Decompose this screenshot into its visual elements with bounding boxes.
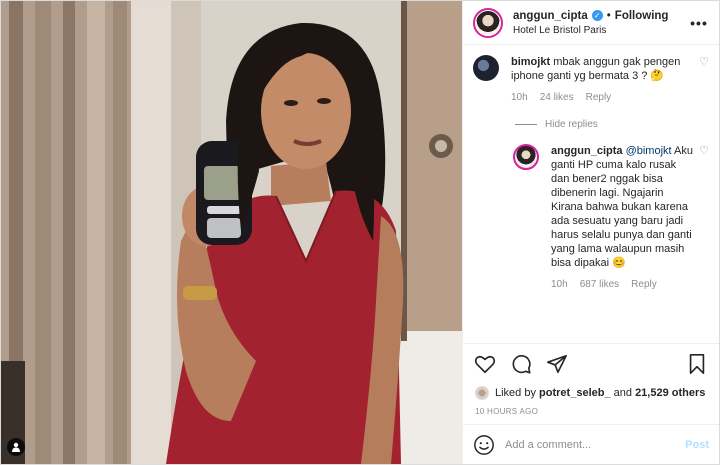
- location-link[interactable]: Hotel Le Bristol Paris: [513, 25, 689, 36]
- reply-mention-link[interactable]: @bimojkt: [626, 145, 672, 157]
- post-photo[interactable]: [1, 1, 462, 464]
- author-username[interactable]: anggun_cipta: [513, 10, 588, 22]
- reply-reply-button[interactable]: Reply: [631, 278, 657, 292]
- likes-prefix: Liked by: [495, 387, 536, 399]
- reply-time[interactable]: 10h: [551, 278, 568, 292]
- separator-dot: •: [606, 9, 611, 22]
- post-sidebar: anggun_cipta ✓ • Following Hotel Le Bris…: [462, 1, 719, 464]
- reply-item: anggun_cipta @bimojkt Aku ganti HP cuma …: [513, 144, 709, 292]
- hide-replies-button[interactable]: Hide replies: [515, 119, 709, 130]
- hide-replies-line: [515, 124, 537, 125]
- reply-username[interactable]: anggun_cipta: [551, 145, 623, 157]
- action-bar: [463, 343, 719, 383]
- emoji-icon[interactable]: [473, 434, 495, 456]
- post-timestamp[interactable]: 10 HOURS AGO: [463, 403, 719, 424]
- post-comment-button[interactable]: Post: [685, 439, 709, 451]
- liker-username[interactable]: potret_seleb_: [539, 387, 611, 399]
- reply-text: Aku ganti HP cuma kalo rusak dan bener2 …: [551, 145, 694, 269]
- comment-composer: Post: [463, 424, 719, 464]
- hide-replies-label: Hide replies: [545, 119, 598, 130]
- comment-reply-button[interactable]: Reply: [586, 91, 612, 105]
- comment-time[interactable]: 10h: [511, 91, 528, 105]
- comment-like-heart-icon[interactable]: ♡: [695, 55, 709, 105]
- reply-like-heart-icon[interactable]: ♡: [695, 144, 709, 292]
- post-header: anggun_cipta ✓ • Following Hotel Le Bris…: [463, 1, 719, 45]
- following-button[interactable]: Following: [615, 10, 669, 22]
- selfie-image: [1, 1, 462, 464]
- reply-likes[interactable]: 687 likes: [580, 278, 619, 292]
- person-icon: [12, 442, 20, 452]
- likes-others-link[interactable]: 21,529 others: [635, 387, 705, 399]
- comments-section: bimojkt mbak anggun gak pengen iphone ga…: [463, 45, 719, 343]
- likes-summary: Liked by potret_seleb_ and 21,529 others: [463, 383, 719, 403]
- author-avatar[interactable]: [473, 7, 503, 38]
- post-window: anggun_cipta ✓ • Following Hotel Le Bris…: [0, 0, 720, 465]
- ellipsis-icon[interactable]: •••: [689, 15, 709, 31]
- likes-conj: and: [613, 387, 632, 399]
- comment-username[interactable]: bimojkt: [511, 56, 550, 68]
- commenter-avatar[interactable]: [473, 55, 499, 81]
- share-icon[interactable]: [545, 352, 569, 376]
- bookmark-icon[interactable]: [685, 352, 709, 376]
- author-info: anggun_cipta ✓ • Following Hotel Le Bris…: [513, 10, 689, 36]
- comment-icon[interactable]: [509, 352, 533, 376]
- heart-icon[interactable]: [473, 352, 497, 376]
- user-tag-button[interactable]: [7, 438, 25, 456]
- comment-likes[interactable]: 24 likes: [540, 91, 574, 105]
- reply-author-avatar[interactable]: [513, 144, 539, 170]
- verified-badge-icon: ✓: [591, 10, 603, 21]
- liker-avatar[interactable]: [475, 386, 489, 400]
- comment-input[interactable]: [505, 438, 686, 451]
- comment-item: bimojkt mbak anggun gak pengen iphone ga…: [473, 55, 709, 105]
